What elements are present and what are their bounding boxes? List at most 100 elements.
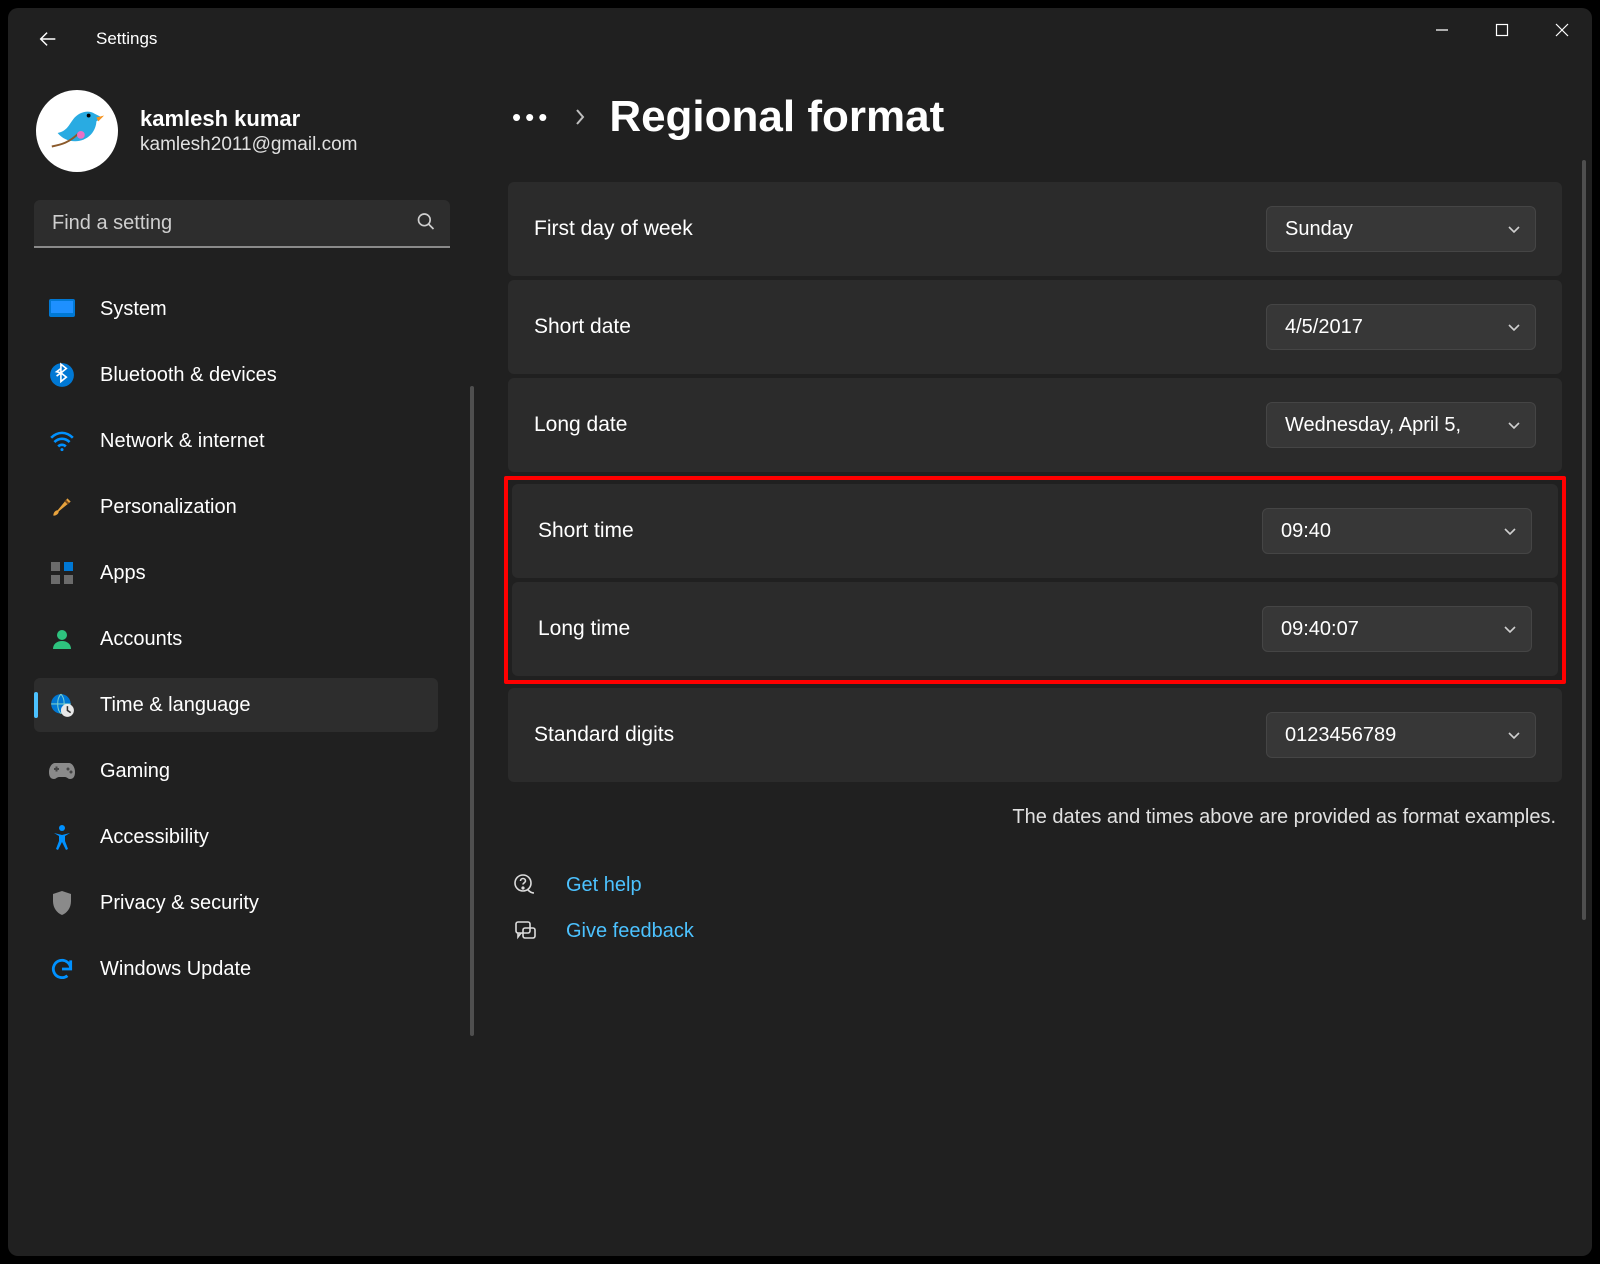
gamepad-icon bbox=[48, 757, 76, 785]
dropdown-value: Sunday bbox=[1285, 218, 1499, 241]
dropdown-value: Wednesday, April 5, bbox=[1285, 414, 1499, 437]
back-button[interactable] bbox=[26, 17, 70, 61]
dropdown-value: 09:40:07 bbox=[1281, 618, 1495, 641]
maximize-button[interactable] bbox=[1472, 8, 1532, 52]
chevron-down-icon bbox=[1507, 218, 1521, 241]
bird-icon bbox=[46, 100, 108, 162]
sidebar-item-gaming[interactable]: Gaming bbox=[34, 744, 438, 798]
body-area: kamlesh kumar kamlesh2011@gmail.com Syst… bbox=[8, 70, 1592, 1256]
get-help-link[interactable]: Get help bbox=[512, 873, 1562, 897]
shield-icon bbox=[48, 889, 76, 917]
minimize-icon bbox=[1435, 23, 1449, 37]
settings-list: First day of week Sunday Short date 4/5/… bbox=[508, 182, 1562, 782]
dropdown-short-time[interactable]: 09:40 bbox=[1262, 508, 1532, 554]
main-scrollbar[interactable] bbox=[1582, 160, 1586, 920]
chevron-right-icon bbox=[573, 108, 587, 126]
chevron-down-icon bbox=[1503, 618, 1517, 641]
sidebar-item-label: Network & internet bbox=[100, 430, 265, 453]
sidebar-item-personalization[interactable]: Personalization bbox=[34, 480, 438, 534]
setting-label: Short date bbox=[534, 315, 631, 339]
sidebar-item-windows-update[interactable]: Windows Update bbox=[34, 942, 438, 996]
dropdown-value: 09:40 bbox=[1281, 520, 1495, 543]
chevron-down-icon bbox=[1507, 414, 1521, 437]
sidebar-item-privacy[interactable]: Privacy & security bbox=[34, 876, 438, 930]
globe-clock-icon bbox=[48, 691, 76, 719]
search-input[interactable] bbox=[34, 200, 450, 248]
feedback-icon bbox=[512, 919, 538, 943]
profile-email: kamlesh2011@gmail.com bbox=[140, 134, 357, 156]
sidebar-item-label: Accessibility bbox=[100, 826, 209, 849]
chevron-down-icon bbox=[1507, 316, 1521, 339]
dropdown-first-day[interactable]: Sunday bbox=[1266, 206, 1536, 252]
sidebar-scrollbar[interactable] bbox=[470, 386, 474, 1036]
sidebar-item-label: Bluetooth & devices bbox=[100, 364, 277, 387]
sidebar: kamlesh kumar kamlesh2011@gmail.com Syst… bbox=[8, 70, 478, 1256]
accessibility-icon bbox=[48, 823, 76, 851]
sidebar-item-label: Gaming bbox=[100, 760, 170, 783]
search-icon bbox=[416, 212, 436, 237]
nav-list: System Bluetooth & devices Network & int… bbox=[34, 282, 452, 1008]
close-button[interactable] bbox=[1532, 8, 1592, 52]
minimize-button[interactable] bbox=[1412, 8, 1472, 52]
person-icon bbox=[48, 625, 76, 653]
dropdown-digits[interactable]: 0123456789 bbox=[1266, 712, 1536, 758]
link-label: Get help bbox=[566, 874, 642, 897]
dropdown-value: 0123456789 bbox=[1285, 724, 1499, 747]
sidebar-item-label: Time & language bbox=[100, 694, 250, 717]
chevron-down-icon bbox=[1507, 724, 1521, 747]
bluetooth-icon bbox=[48, 361, 76, 389]
chevron-down-icon bbox=[1503, 520, 1517, 543]
sidebar-item-label: Windows Update bbox=[100, 958, 251, 981]
sidebar-item-label: Personalization bbox=[100, 496, 237, 519]
dropdown-value: 4/5/2017 bbox=[1285, 316, 1499, 339]
give-feedback-link[interactable]: Give feedback bbox=[512, 919, 1562, 943]
related-links: Get help Give feedback bbox=[508, 873, 1562, 943]
profile-name: kamlesh kumar bbox=[140, 106, 357, 132]
dropdown-long-date[interactable]: Wednesday, April 5, bbox=[1266, 402, 1536, 448]
setting-label: Long date bbox=[534, 413, 627, 437]
row-short-date: Short date 4/5/2017 bbox=[508, 280, 1562, 374]
highlight-box: Short time 09:40 Long time 09:40:07 bbox=[504, 476, 1566, 684]
sidebar-item-label: Accounts bbox=[100, 628, 182, 651]
sidebar-item-system[interactable]: System bbox=[34, 282, 438, 336]
sidebar-item-apps[interactable]: Apps bbox=[34, 546, 438, 600]
apps-icon bbox=[48, 559, 76, 587]
page-title: Regional format bbox=[609, 92, 944, 142]
sidebar-item-accessibility[interactable]: Accessibility bbox=[34, 810, 438, 864]
setting-label: Standard digits bbox=[534, 723, 674, 747]
row-long-time: Long time 09:40:07 bbox=[512, 582, 1558, 676]
profile-text: kamlesh kumar kamlesh2011@gmail.com bbox=[140, 106, 357, 156]
app-title: Settings bbox=[96, 29, 157, 49]
sidebar-item-accounts[interactable]: Accounts bbox=[34, 612, 438, 666]
settings-window: Settings bbox=[8, 8, 1592, 1256]
profile-block[interactable]: kamlesh kumar kamlesh2011@gmail.com bbox=[34, 80, 452, 200]
setting-label: Long time bbox=[538, 617, 630, 641]
window-controls bbox=[1412, 8, 1592, 52]
dropdown-short-date[interactable]: 4/5/2017 bbox=[1266, 304, 1536, 350]
main-content: ••• Regional format First day of week Su… bbox=[478, 70, 1592, 1256]
help-icon bbox=[512, 873, 538, 897]
system-icon bbox=[48, 295, 76, 323]
row-first-day-of-week: First day of week Sunday bbox=[508, 182, 1562, 276]
wifi-icon bbox=[48, 427, 76, 455]
close-icon bbox=[1555, 23, 1569, 37]
breadcrumb-ellipsis[interactable]: ••• bbox=[512, 102, 551, 133]
link-label: Give feedback bbox=[566, 920, 694, 943]
dropdown-long-time[interactable]: 09:40:07 bbox=[1262, 606, 1532, 652]
search-row bbox=[34, 200, 450, 248]
sidebar-item-label: System bbox=[100, 298, 167, 321]
maximize-icon bbox=[1495, 23, 1509, 37]
sidebar-item-label: Privacy & security bbox=[100, 892, 259, 915]
sidebar-item-network[interactable]: Network & internet bbox=[34, 414, 438, 468]
row-short-time: Short time 09:40 bbox=[512, 484, 1558, 578]
titlebar: Settings bbox=[8, 8, 1592, 70]
arrow-left-icon bbox=[37, 28, 59, 50]
setting-label: First day of week bbox=[534, 217, 693, 241]
row-long-date: Long date Wednesday, April 5, bbox=[508, 378, 1562, 472]
sidebar-item-bluetooth[interactable]: Bluetooth & devices bbox=[34, 348, 438, 402]
sidebar-item-label: Apps bbox=[100, 562, 146, 585]
setting-label: Short time bbox=[538, 519, 634, 543]
paintbrush-icon bbox=[48, 493, 76, 521]
avatar bbox=[36, 90, 118, 172]
sidebar-item-time-language[interactable]: Time & language bbox=[34, 678, 438, 732]
